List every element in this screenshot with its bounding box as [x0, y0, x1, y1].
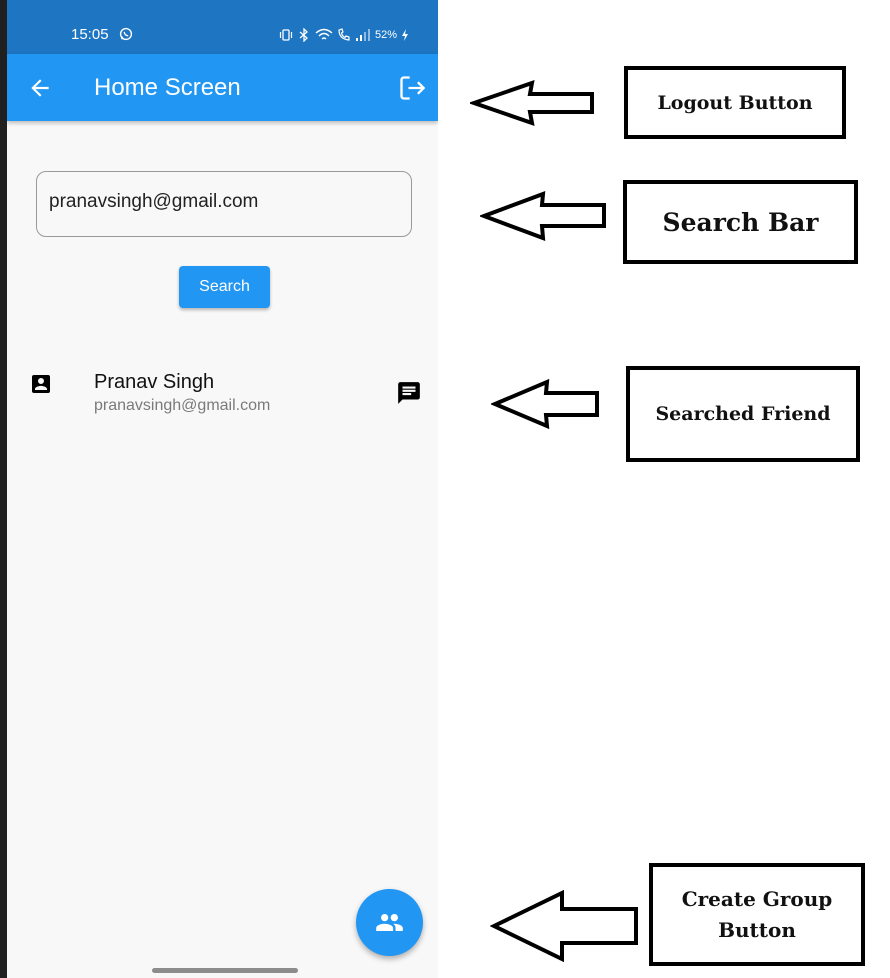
home-indicator: [152, 968, 298, 973]
group-icon: [376, 914, 403, 931]
search-button[interactable]: Search: [179, 266, 270, 308]
create-group-annotation-arrow: [490, 890, 638, 962]
phone-screen: 15:05 52% Home Screen pranavsingh@gmail.…: [0, 0, 438, 978]
search-input[interactable]: [49, 191, 389, 213]
logout-icon[interactable]: [398, 74, 426, 102]
friend-email: pranavsingh@gmail.com: [94, 397, 271, 414]
contact-icon: [32, 375, 50, 393]
create-group-annotation-line2: Button: [718, 917, 796, 942]
chat-icon[interactable]: [396, 380, 422, 406]
create-group-annotation-box: Create Group Button: [649, 863, 865, 966]
wifi-icon: [315, 28, 333, 40]
status-bar: 15:05 52%: [7, 0, 438, 54]
friend-annotation-box: Searched Friend: [626, 366, 860, 462]
search-bar-annotation-box: Search Bar: [623, 180, 858, 264]
create-group-button[interactable]: [356, 889, 423, 956]
charging-icon: [402, 29, 409, 41]
logout-annotation-label: Logout Button: [657, 91, 813, 114]
phone-bezel: [0, 0, 7, 978]
logout-annotation-arrow: [470, 80, 594, 126]
status-time: 15:05: [71, 26, 109, 43]
search-bar[interactable]: [36, 171, 412, 237]
whatsapp-icon: [119, 27, 133, 41]
friend-annotation-arrow: [491, 379, 599, 429]
create-group-annotation-line1: Create Group: [681, 886, 833, 911]
wifi-call-icon: [338, 28, 350, 41]
app-bar: Home Screen: [7, 54, 438, 121]
arrow-back-icon[interactable]: [27, 75, 53, 101]
vibrate-icon: [279, 29, 293, 41]
searched-friend-row[interactable]: Pranav Singh pranavsingh@gmail.com: [7, 360, 438, 424]
bluetooth-icon: [299, 28, 308, 42]
logout-annotation-box: Logout Button: [624, 66, 846, 139]
search-bar-annotation-label: Search Bar: [662, 207, 819, 237]
page-title: Home Screen: [94, 74, 241, 101]
battery-percent: 52%: [375, 29, 398, 41]
signal-icon: [356, 29, 370, 41]
status-icons: 52%: [279, 26, 409, 44]
search-bar-annotation-arrow: [480, 191, 606, 241]
friend-annotation-label: Searched Friend: [655, 403, 831, 425]
friend-name: Pranav Singh: [94, 371, 215, 393]
